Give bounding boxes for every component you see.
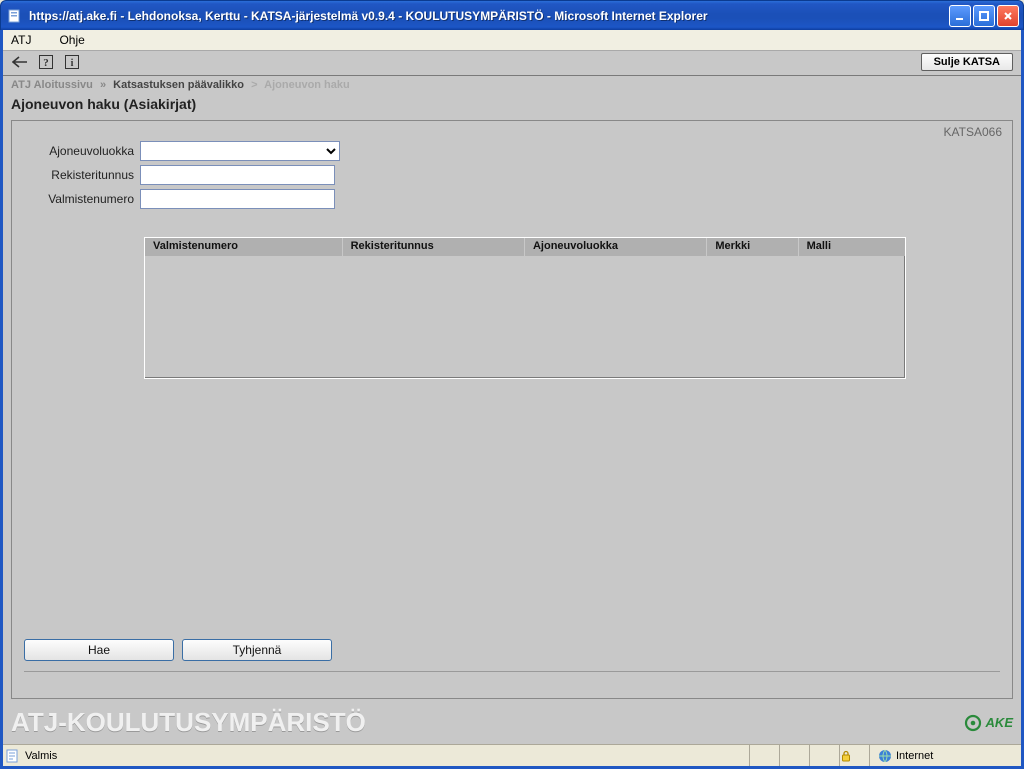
status-text: Valmis [25,750,57,762]
breadcrumb-item-0[interactable]: ATJ Aloitussivu [11,79,93,91]
statusbar: Valmis Internet [3,744,1021,766]
status-zone-text: Internet [896,750,933,762]
breadcrumb-item-2: Ajoneuvon haku [264,79,350,91]
lock-icon [840,750,852,762]
col-valmistenumero[interactable]: Valmistenumero [145,238,343,256]
tyhjenna-button[interactable]: Tyhjennä [182,639,332,661]
window-controls [949,5,1019,27]
close-button[interactable] [997,5,1019,27]
action-buttons: Hae Tyhjennä [24,631,1000,665]
menu-atj[interactable]: ATJ [11,33,31,47]
menubar: ATJ Ohje [3,30,1021,51]
client-area: ATJ Ohje ? i Sulje KATSA ATJ Aloitussivu… [0,30,1024,769]
brand-text: ATJ-KOULUTUSYMPÄRISTÖ [11,707,366,738]
svg-text:?: ? [43,57,49,69]
toolbar: ? i Sulje KATSA [3,51,1021,76]
hae-button[interactable]: Hae [24,639,174,661]
maximize-button[interactable] [973,5,995,27]
results-table: Valmistenumero Rekisteritunnus Ajoneuvol… [144,237,906,379]
help-icon[interactable]: ? [37,53,55,71]
label-rekisteritunnus: Rekisteritunnus [24,168,140,182]
breadcrumb: ATJ Aloitussivu » Katsastuksen päävalikk… [3,76,1021,94]
col-merkki[interactable]: Merkki [707,238,798,256]
label-valmistenumero: Valmistenumero [24,192,140,206]
col-ajoneuvoluokka[interactable]: Ajoneuvoluokka [525,238,707,256]
ie-page-icon [5,748,21,764]
divider [24,671,1000,672]
results-header-row: Valmistenumero Rekisteritunnus Ajoneuvol… [145,238,905,256]
svg-text:i: i [71,58,74,69]
window-title: https://atj.ake.fi - Lehdonoksa, Kerttu … [29,9,949,23]
footer-brand: ATJ-KOULUTUSYMPÄRISTÖ AKE [3,707,1021,744]
page-title: Ajoneuvon haku (Asiakirjat) [3,94,1021,120]
window-titlebar: https://atj.ake.fi - Lehdonoksa, Kerttu … [0,0,1024,30]
ie-page-icon [7,8,23,24]
status-cell-empty [749,745,779,766]
minimize-button[interactable] [949,5,971,27]
ake-logo-icon [964,714,982,732]
main-panel: KATSA066 Ajoneuvoluokka Rekisteritunnus … [11,120,1013,699]
ake-logo: AKE [964,714,1013,732]
breadcrumb-item-1[interactable]: Katsastuksen päävalikko [113,79,244,91]
status-cell-empty [779,745,809,766]
status-cell-empty [809,745,839,766]
globe-icon [878,749,892,763]
status-zone: Internet [869,745,1019,766]
breadcrumb-sep: > [251,79,257,91]
ie-window: https://atj.ake.fi - Lehdonoksa, Kerttu … [0,0,1024,769]
menu-ohje[interactable]: Ohje [59,33,84,47]
panel-code: KATSA066 [944,125,1002,139]
col-rekisteritunnus[interactable]: Rekisteritunnus [343,238,525,256]
breadcrumb-sep: » [100,79,106,91]
input-rekisteritunnus[interactable] [140,165,335,185]
ake-logo-text: AKE [986,715,1013,730]
status-cell-lock [839,745,869,766]
select-ajoneuvoluokka[interactable] [140,141,340,161]
label-ajoneuvoluokka: Ajoneuvoluokka [24,144,140,158]
back-icon[interactable] [11,53,29,71]
info-icon[interactable]: i [63,53,81,71]
input-valmistenumero[interactable] [140,189,335,209]
sulje-katsa-button[interactable]: Sulje KATSA [921,53,1013,71]
col-malli[interactable]: Malli [799,238,905,256]
